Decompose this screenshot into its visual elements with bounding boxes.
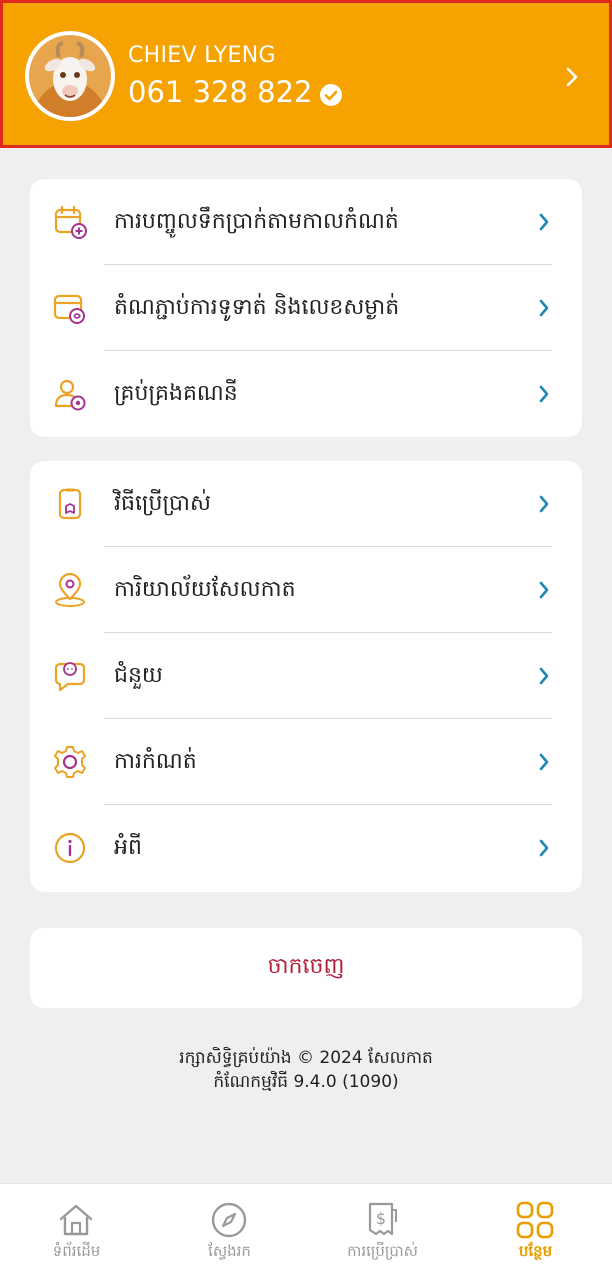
user-settings-icon	[52, 376, 88, 412]
tab-usage[interactable]: $ ការប្រើប្រាស់	[306, 1184, 459, 1281]
chat-support-icon	[52, 658, 88, 694]
tab-search[interactable]: ស្វែងរក	[153, 1184, 306, 1281]
chevron-right-icon	[538, 384, 550, 404]
phone-number: 061 328 822	[128, 75, 313, 109]
gear-icon	[52, 744, 88, 780]
bottom-tab-bar: ទំព័រដើម ស្វែងរក $ ការប្រើប្រាស់ បន្ថែម	[0, 1183, 612, 1281]
verified-check-icon	[319, 80, 343, 106]
chevron-right-icon	[538, 298, 550, 318]
tab-label: បន្ថែម	[518, 1242, 553, 1260]
phone-number-row: 061 328 822	[128, 75, 343, 109]
logout-button[interactable]: ចាកចេញ	[30, 928, 582, 1008]
chevron-right-icon	[538, 838, 550, 858]
menu-item-settings[interactable]: ការកំណត់	[30, 719, 582, 805]
grid-icon	[515, 1200, 555, 1240]
tab-more[interactable]: បន្ថែម	[459, 1184, 612, 1281]
menu-item-label: ការបញ្ចូលទឹកប្រាក់តាមកាលកំណត់	[114, 209, 399, 234]
menu-item-label: ជំនួយ	[114, 663, 163, 688]
version-text: កំណែកម្មវិធី 9.4.0 (1090)	[213, 1072, 399, 1092]
chevron-right-icon	[538, 580, 550, 600]
menu-item-label: ការិយាល័យសែលកាត	[114, 577, 296, 602]
menu-item-payment-link[interactable]: តំណភ្ជាប់ការទូទាត់ និងលេខសម្ងាត់	[30, 265, 582, 351]
chevron-right-icon	[538, 752, 550, 772]
menu-item-label: ការកំណត់	[114, 749, 197, 774]
menu-item-about[interactable]: អំពី	[30, 805, 582, 891]
tab-label: ទំព័រដើម	[52, 1242, 101, 1260]
tab-label: ស្វែងរក	[208, 1242, 251, 1260]
guide-icon	[52, 486, 88, 522]
tab-label: ការប្រើប្រាស់	[347, 1242, 418, 1260]
payment-link-icon	[52, 290, 88, 326]
info-icon	[52, 830, 88, 866]
user-name: CHIEV LYENG	[128, 43, 276, 68]
chevron-right-icon	[538, 494, 550, 514]
menu-item-how-to-use[interactable]: វិធីប្រើប្រាស់	[30, 461, 582, 547]
receipt-icon: $	[362, 1200, 402, 1240]
chevron-right-icon	[538, 666, 550, 686]
general-menu-card: វិធីប្រើប្រាស់ ការិយាល័យសែលកាត ជំនួយ ការ…	[30, 461, 582, 892]
copyright-text: រក្សាសិទ្ធិគ្រប់យ៉ាង © 2024 សែលកាត	[179, 1048, 433, 1068]
menu-item-help[interactable]: ជំនួយ	[30, 633, 582, 719]
menu-item-label: វិធីប្រើប្រាស់	[114, 491, 211, 516]
avatar	[25, 31, 115, 121]
menu-item-account-management[interactable]: គ្រប់គ្រងគណនី	[30, 351, 582, 437]
menu-item-scheduled-topup[interactable]: ការបញ្ចូលទឹកប្រាក់តាមកាលកំណត់	[30, 179, 582, 265]
menu-item-label: តំណភ្ជាប់ការទូទាត់ និងលេខសម្ងាត់	[114, 295, 400, 320]
footer: រក្សាសិទ្ធិគ្រប់យ៉ាង © 2024 សែលកាត កំណែក…	[0, 1046, 612, 1094]
menu-item-offices[interactable]: ការិយាល័យសែលកាត	[30, 547, 582, 633]
account-menu-card: ការបញ្ចូលទឹកប្រាក់តាមកាលកំណត់ តំណភ្ជាប់ក…	[30, 179, 582, 437]
chevron-right-icon	[538, 212, 550, 232]
menu-item-label: គ្រប់គ្រងគណនី	[114, 381, 238, 406]
compass-icon	[209, 1200, 249, 1240]
svg-text:$: $	[376, 1209, 386, 1228]
calendar-plus-icon	[52, 204, 88, 240]
tab-home[interactable]: ទំព័រដើម	[0, 1184, 153, 1281]
profile-header[interactable]: CHIEV LYENG 061 328 822	[0, 0, 612, 148]
home-icon	[56, 1200, 96, 1240]
menu-item-label: អំពី	[114, 835, 142, 860]
chevron-right-icon[interactable]	[563, 63, 581, 91]
location-pin-icon	[52, 572, 88, 608]
